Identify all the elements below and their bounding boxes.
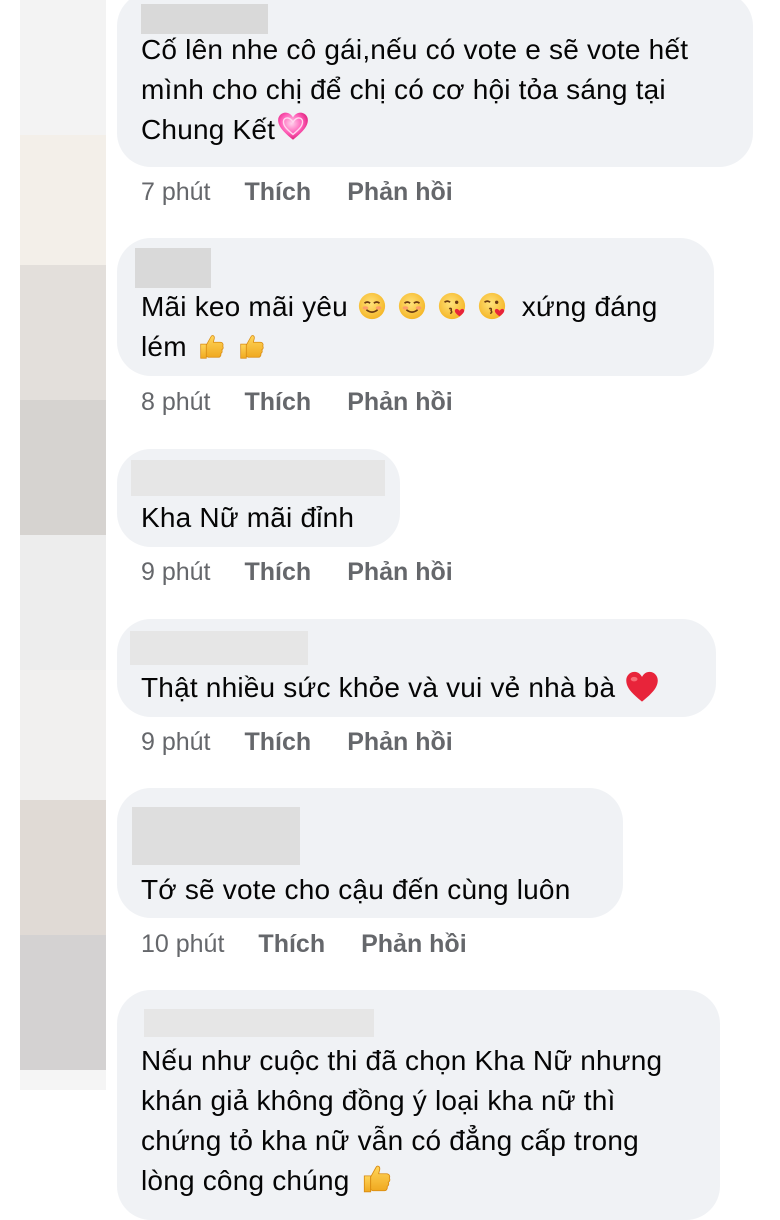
- blurred-author-name[interactable]: [130, 631, 308, 665]
- heart-pink-icon: [278, 112, 308, 140]
- comment-bubble[interactable]: Cố lên nhe cô gái,nếu có vote e sẽ vote …: [117, 0, 753, 167]
- comment-text-line: Nếu như cuộc thi đã chọn Kha Nữ nhưng: [141, 1045, 663, 1076]
- comment-text-line: xứng đáng: [521, 291, 658, 322]
- comment-time[interactable]: 9 phút: [141, 726, 211, 758]
- comment-bubble[interactable]: Tớ sẽ vote cho cậu đến cùng luôn: [117, 788, 623, 918]
- comment-text-line: khán giả không đồng ý loại kha nữ thì: [141, 1085, 616, 1116]
- thumbs-up-icon: [200, 335, 224, 359]
- comment-time[interactable]: 10 phút: [141, 928, 224, 960]
- comment-text-line: lém: [141, 331, 187, 362]
- comment-time[interactable]: 8 phút: [141, 386, 211, 418]
- kissing-heart-icon: [438, 292, 465, 320]
- like-button[interactable]: Thích: [245, 556, 312, 588]
- blurred-author-name[interactable]: [135, 248, 211, 288]
- like-button[interactable]: Thích: [245, 726, 312, 758]
- comment-text-line: Chung Kết: [141, 114, 276, 145]
- comment-bubble[interactable]: Nếu như cuộc thi đã chọn Kha Nữ nhưng kh…: [117, 990, 720, 1220]
- comment-text-line: chứng tỏ kha nữ vẫn có đẳng cấp trong: [141, 1125, 639, 1156]
- like-button[interactable]: Thích: [258, 928, 325, 960]
- smiling-blush-icon: [398, 292, 425, 320]
- thumbs-up-icon: [240, 335, 264, 359]
- comment-text-line: mình cho chị để chị có cơ hội tỏa sáng t…: [141, 74, 666, 105]
- comment-bubble[interactable]: Mãi keo mãi yêu xứng đáng lém: [117, 238, 714, 376]
- comment-time[interactable]: 7 phút: [141, 176, 211, 208]
- like-button[interactable]: Thích: [245, 176, 312, 208]
- comment-bubble[interactable]: Kha Nữ mãi đỉnh: [117, 449, 400, 547]
- comment-text-line: Cố lên nhe cô gái,nếu có vote e sẽ vote …: [141, 34, 689, 65]
- reply-button[interactable]: Phản hồi: [347, 726, 453, 758]
- reply-button[interactable]: Phản hồi: [347, 176, 453, 208]
- comment-bubble[interactable]: Thật nhiều sức khỏe và vui vẻ nhà bà: [117, 619, 716, 717]
- reply-button[interactable]: Phản hồi: [361, 928, 467, 960]
- comment-text-line: Kha Nữ mãi đỉnh: [141, 502, 355, 533]
- comment-time[interactable]: 9 phút: [141, 556, 211, 588]
- like-button[interactable]: Thích: [245, 386, 312, 418]
- comment-text-line: lòng công chúng: [141, 1165, 350, 1196]
- blurred-author-name[interactable]: [131, 460, 385, 496]
- reply-button[interactable]: Phản hồi: [347, 386, 453, 418]
- comment-text-line: Tớ sẽ vote cho cậu đến cùng luôn: [141, 874, 571, 905]
- blurred-author-name[interactable]: [132, 807, 300, 865]
- comment-text-line: Thật nhiều sức khỏe và vui vẻ nhà bà: [141, 672, 616, 703]
- reply-button[interactable]: Phản hồi: [347, 556, 453, 588]
- red-heart-icon: [626, 671, 658, 702]
- blurred-author-name[interactable]: [144, 1009, 374, 1037]
- kissing-heart-icon: [478, 292, 505, 320]
- comment-text-line: Mãi keo mãi yêu: [141, 291, 348, 322]
- left-background-strip: [20, 0, 106, 1090]
- thumbs-up-icon: [363, 1165, 390, 1193]
- smiling-blush-icon: [358, 292, 385, 320]
